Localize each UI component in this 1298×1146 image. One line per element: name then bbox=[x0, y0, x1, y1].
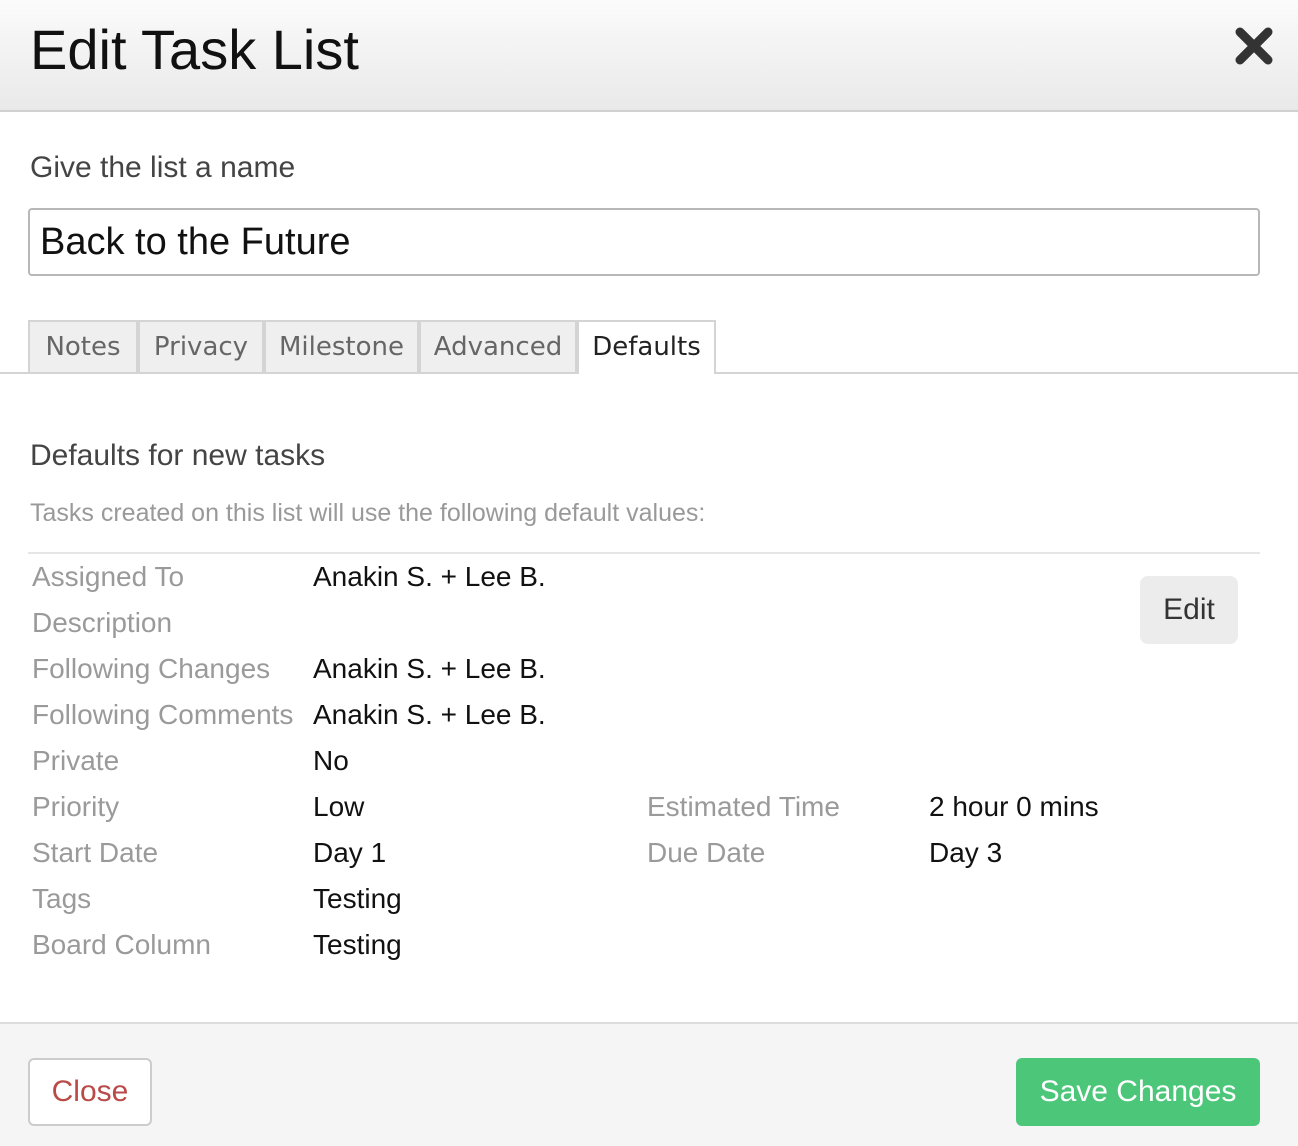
tags-label: Tags bbox=[32, 883, 92, 914]
following-comments-value: Anakin S. + Lee B. bbox=[313, 699, 546, 730]
tab-privacy[interactable]: Privacy bbox=[138, 320, 264, 372]
board-column-label: Board Column bbox=[32, 929, 211, 960]
estimated-time-value: 2 hour 0 mins bbox=[929, 791, 1099, 822]
edit-defaults-button[interactable]: Edit bbox=[1140, 576, 1238, 644]
list-name-label: Give the list a name bbox=[30, 151, 296, 184]
following-changes-value: Anakin S. + Lee B. bbox=[313, 653, 546, 684]
defaults-description: Tasks created on this list will use the … bbox=[30, 499, 706, 527]
following-changes-label: Following Changes bbox=[32, 653, 271, 684]
edit-task-list-modal: Edit Task List Give the list a name Note… bbox=[0, 0, 1298, 1146]
due-date-value: Day 3 bbox=[929, 837, 1003, 868]
priority-value: Low bbox=[313, 791, 365, 822]
start-date-value: Day 1 bbox=[313, 837, 387, 868]
tab-milestone[interactable]: Milestone bbox=[264, 320, 419, 372]
due-date-label: Due Date bbox=[647, 837, 766, 868]
modal-header: Edit Task List bbox=[0, 0, 1298, 112]
tab-notes[interactable]: Notes bbox=[28, 320, 138, 372]
assigned-to-value: Anakin S. + Lee B. bbox=[313, 561, 546, 592]
following-comments-label: Following Comments bbox=[32, 699, 294, 730]
defaults-title: Defaults for new tasks bbox=[30, 439, 326, 472]
list-name-input[interactable] bbox=[28, 208, 1260, 276]
assigned-to-label: Assigned To bbox=[32, 561, 185, 592]
private-value: No bbox=[313, 745, 349, 776]
close-button[interactable]: Close bbox=[28, 1058, 152, 1126]
board-column-value: Testing bbox=[313, 929, 402, 960]
estimated-time-label: Estimated Time bbox=[647, 791, 840, 822]
modal-title: Edit Task List bbox=[30, 18, 359, 81]
tab-advanced[interactable]: Advanced bbox=[419, 320, 577, 372]
tags-value: Testing bbox=[313, 883, 402, 914]
description-label: Description bbox=[32, 607, 173, 638]
save-changes-button[interactable]: Save Changes bbox=[1016, 1058, 1260, 1126]
defaults-divider bbox=[28, 552, 1260, 554]
start-date-label: Start Date bbox=[32, 837, 159, 868]
private-label: Private bbox=[32, 745, 120, 776]
priority-label: Priority bbox=[32, 791, 120, 822]
tab-defaults[interactable]: Defaults bbox=[577, 320, 716, 374]
close-icon[interactable] bbox=[1232, 24, 1276, 68]
